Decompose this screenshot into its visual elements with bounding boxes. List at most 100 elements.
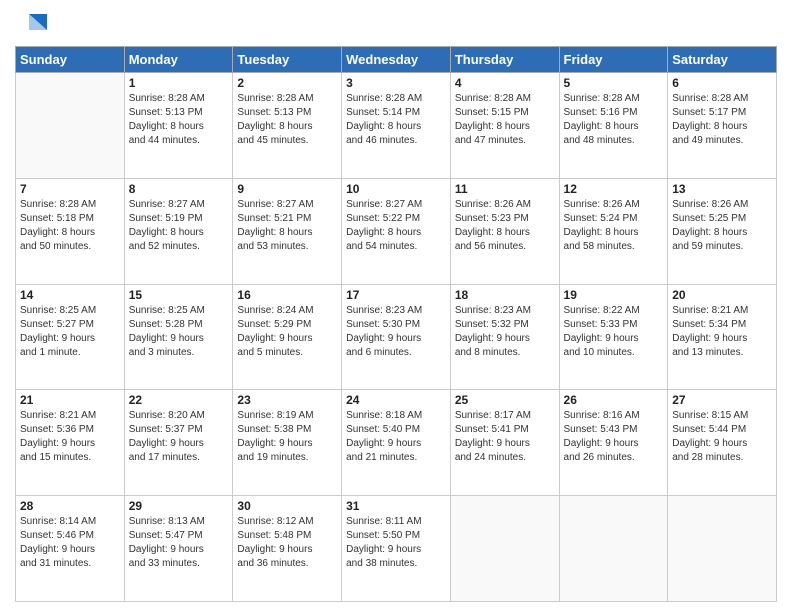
week-row-2: 14 Sunrise: 8:25 AM Sunset: 5:27 PM Dayli… — [16, 284, 777, 390]
day-info: Sunrise: 8:20 AM Sunset: 5:37 PM Dayligh… — [129, 409, 229, 465]
day-cell: 8 Sunrise: 8:27 AM Sunset: 5:19 PM Daylig… — [124, 178, 233, 284]
day-info: Sunrise: 8:13 AM Sunset: 5:47 PM Dayligh… — [129, 515, 229, 571]
day-number: 25 — [455, 393, 555, 407]
day-number: 6 — [672, 76, 772, 90]
logo — [15, 10, 47, 38]
day-cell: 16Sunrise: 8:24 AM Sunset: 5:29 PM Dayli… — [233, 284, 342, 390]
day-cell: 7 Sunrise: 8:28 AM Sunset: 5:18 PM Daylig… — [16, 178, 125, 284]
day-number: 4 — [455, 76, 555, 90]
day-number: 10 — [346, 182, 446, 196]
day-cell: 6 Sunrise: 8:28 AM Sunset: 5:17 PM Daylig… — [668, 73, 777, 179]
calendar-table: SundayMondayTuesdayWednesdayThursdayFrid… — [15, 46, 777, 602]
day-info: Sunrise: 8:25 AM Sunset: 5:27 PM Dayligh… — [20, 304, 120, 360]
day-number: 31 — [346, 499, 446, 513]
day-cell — [559, 496, 668, 602]
day-number: 13 — [672, 182, 772, 196]
week-row-4: 28 Sunrise: 8:14 AM Sunset: 5:46 PM Dayli… — [16, 496, 777, 602]
day-info: Sunrise: 8:28 AM Sunset: 5:16 PM Dayligh… — [564, 92, 664, 148]
day-number: 18 — [455, 288, 555, 302]
day-info: Sunrise: 8:26 AM Sunset: 5:24 PM Dayligh… — [564, 198, 664, 254]
day-cell: 4 Sunrise: 8:28 AM Sunset: 5:15 PM Daylig… — [450, 73, 559, 179]
day-info: Sunrise: 8:22 AM Sunset: 5:33 PM Dayligh… — [564, 304, 664, 360]
day-info: Sunrise: 8:28 AM Sunset: 5:14 PM Dayligh… — [346, 92, 446, 148]
day-number: 11 — [455, 182, 555, 196]
day-info: Sunrise: 8:12 AM Sunset: 5:48 PM Dayligh… — [237, 515, 337, 571]
day-cell — [450, 496, 559, 602]
day-number: 23 — [237, 393, 337, 407]
day-number: 20 — [672, 288, 772, 302]
day-cell: 22Sunrise: 8:20 AM Sunset: 5:37 PM Dayli… — [124, 390, 233, 496]
day-info: Sunrise: 8:15 AM Sunset: 5:44 PM Dayligh… — [672, 409, 772, 465]
day-info: Sunrise: 8:16 AM Sunset: 5:43 PM Dayligh… — [564, 409, 664, 465]
day-cell: 25 Sunrise: 8:17 AM Sunset: 5:41 PM Dayli… — [450, 390, 559, 496]
day-cell: 11 Sunrise: 8:26 AM Sunset: 5:23 PM Dayli… — [450, 178, 559, 284]
day-number: 1 — [129, 76, 229, 90]
day-info: Sunrise: 8:26 AM Sunset: 5:23 PM Dayligh… — [455, 198, 555, 254]
day-header-wednesday: Wednesday — [342, 47, 451, 73]
day-info: Sunrise: 8:25 AM Sunset: 5:28 PM Dayligh… — [129, 304, 229, 360]
day-cell: 2Sunrise: 8:28 AM Sunset: 5:13 PM Daylig… — [233, 73, 342, 179]
day-cell: 14 Sunrise: 8:25 AM Sunset: 5:27 PM Dayli… — [16, 284, 125, 390]
day-info: Sunrise: 8:26 AM Sunset: 5:25 PM Dayligh… — [672, 198, 772, 254]
day-info: Sunrise: 8:21 AM Sunset: 5:34 PM Dayligh… — [672, 304, 772, 360]
day-header-monday: Monday — [124, 47, 233, 73]
day-header-friday: Friday — [559, 47, 668, 73]
day-cell: 3 Sunrise: 8:28 AM Sunset: 5:14 PM Daylig… — [342, 73, 451, 179]
day-cell — [668, 496, 777, 602]
day-cell: 17 Sunrise: 8:23 AM Sunset: 5:30 PM Dayli… — [342, 284, 451, 390]
day-header-thursday: Thursday — [450, 47, 559, 73]
day-number: 26 — [564, 393, 664, 407]
day-info: Sunrise: 8:27 AM Sunset: 5:22 PM Dayligh… — [346, 198, 446, 254]
day-info: Sunrise: 8:27 AM Sunset: 5:19 PM Dayligh… — [129, 198, 229, 254]
day-cell: 26 Sunrise: 8:16 AM Sunset: 5:43 PM Dayli… — [559, 390, 668, 496]
day-number: 24 — [346, 393, 446, 407]
day-number: 2 — [237, 76, 337, 90]
day-number: 28 — [20, 499, 120, 513]
day-cell: 15 Sunrise: 8:25 AM Sunset: 5:28 PM Dayli… — [124, 284, 233, 390]
day-number: 9 — [237, 182, 337, 196]
day-info: Sunrise: 8:23 AM Sunset: 5:30 PM Dayligh… — [346, 304, 446, 360]
day-number: 29 — [129, 499, 229, 513]
week-row-1: 7 Sunrise: 8:28 AM Sunset: 5:18 PM Daylig… — [16, 178, 777, 284]
day-info: Sunrise: 8:14 AM Sunset: 5:46 PM Dayligh… — [20, 515, 120, 571]
day-cell: 29 Sunrise: 8:13 AM Sunset: 5:47 PM Dayli… — [124, 496, 233, 602]
day-number: 27 — [672, 393, 772, 407]
day-number: 30 — [237, 499, 337, 513]
day-cell: 12 Sunrise: 8:26 AM Sunset: 5:24 PM Dayli… — [559, 178, 668, 284]
day-number: 8 — [129, 182, 229, 196]
day-cell: 10 Sunrise: 8:27 AM Sunset: 5:22 PM Dayli… — [342, 178, 451, 284]
day-info: Sunrise: 8:18 AM Sunset: 5:40 PM Dayligh… — [346, 409, 446, 465]
day-info: Sunrise: 8:28 AM Sunset: 5:17 PM Dayligh… — [672, 92, 772, 148]
day-number: 14 — [20, 288, 120, 302]
day-info: Sunrise: 8:28 AM Sunset: 5:13 PM Dayligh… — [129, 92, 229, 148]
day-number: 12 — [564, 182, 664, 196]
logo-icon — [19, 10, 47, 38]
day-info: Sunrise: 8:23 AM Sunset: 5:32 PM Dayligh… — [455, 304, 555, 360]
day-cell: 13 Sunrise: 8:26 AM Sunset: 5:25 PM Dayli… — [668, 178, 777, 284]
header-row: SundayMondayTuesdayWednesdayThursdayFrid… — [16, 47, 777, 73]
day-number: 3 — [346, 76, 446, 90]
page: SundayMondayTuesdayWednesdayThursdayFrid… — [0, 0, 792, 612]
day-number: 7 — [20, 182, 120, 196]
day-number: 17 — [346, 288, 446, 302]
day-header-sunday: Sunday — [16, 47, 125, 73]
day-info: Sunrise: 8:28 AM Sunset: 5:18 PM Dayligh… — [20, 198, 120, 254]
day-cell: 5 Sunrise: 8:28 AM Sunset: 5:16 PM Daylig… — [559, 73, 668, 179]
day-cell: 24 Sunrise: 8:18 AM Sunset: 5:40 PM Dayli… — [342, 390, 451, 496]
day-info: Sunrise: 8:19 AM Sunset: 5:38 PM Dayligh… — [237, 409, 337, 465]
day-info: Sunrise: 8:17 AM Sunset: 5:41 PM Dayligh… — [455, 409, 555, 465]
day-number: 5 — [564, 76, 664, 90]
day-number: 15 — [129, 288, 229, 302]
day-cell — [16, 73, 125, 179]
day-info: Sunrise: 8:28 AM Sunset: 5:15 PM Dayligh… — [455, 92, 555, 148]
day-header-tuesday: Tuesday — [233, 47, 342, 73]
day-cell: 20 Sunrise: 8:21 AM Sunset: 5:34 PM Dayli… — [668, 284, 777, 390]
week-row-0: 1 Sunrise: 8:28 AM Sunset: 5:13 PM Daylig… — [16, 73, 777, 179]
day-info: Sunrise: 8:27 AM Sunset: 5:21 PM Dayligh… — [237, 198, 337, 254]
day-cell: 30 Sunrise: 8:12 AM Sunset: 5:48 PM Dayli… — [233, 496, 342, 602]
day-number: 16 — [237, 288, 337, 302]
day-number: 19 — [564, 288, 664, 302]
day-cell: 1 Sunrise: 8:28 AM Sunset: 5:13 PM Daylig… — [124, 73, 233, 179]
day-cell: 9 Sunrise: 8:27 AM Sunset: 5:21 PM Daylig… — [233, 178, 342, 284]
day-cell: 27 Sunrise: 8:15 AM Sunset: 5:44 PM Dayli… — [668, 390, 777, 496]
